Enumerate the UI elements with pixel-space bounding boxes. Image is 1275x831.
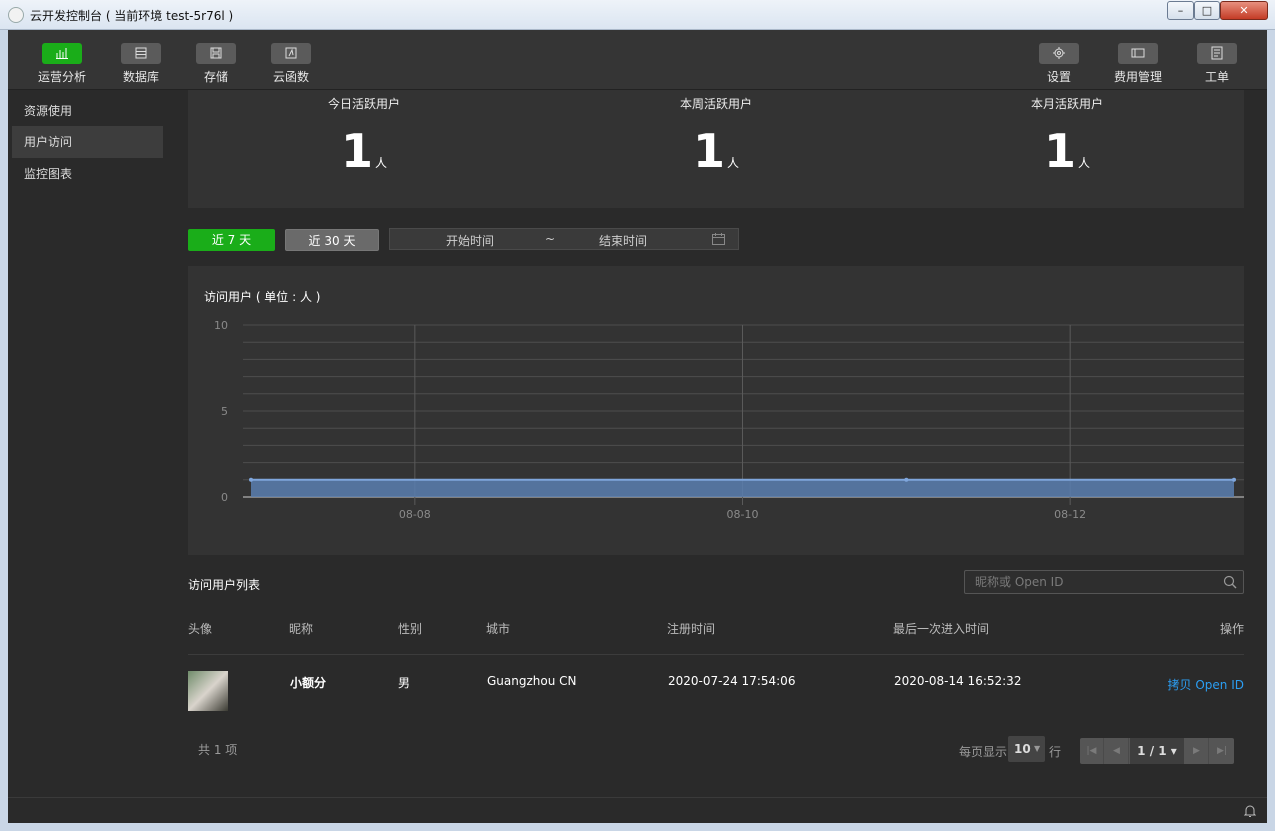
toolbar-operations[interactable]: 运营分析 [32, 43, 92, 85]
search-icon[interactable] [1223, 575, 1237, 589]
status-bar [8, 797, 1267, 823]
last-7-days-button[interactable]: 近 7 天 [188, 229, 275, 251]
pager: |◀ ◀ 1 / 1 ▾ ▶ ▶| [1080, 738, 1234, 764]
stat-month: 本月活跃用户 1人 [1030, 97, 1103, 178]
table-row: 小额分 男 Guangzhou CN 2020-07-24 17:54:06 2… [188, 656, 1244, 726]
chevron-down-icon: ▼ [1034, 744, 1041, 753]
y-tick-label: 0 [221, 491, 228, 504]
top-toolbar: 运营分析 数据库 存储 云函数 设置 费用管理 工单 [8, 30, 1267, 90]
avatar [188, 671, 228, 711]
end-date-field[interactable]: 结束时间 [599, 232, 647, 249]
sidebar: 资源使用 用户访问 监控图表 [8, 90, 168, 797]
date-range-picker[interactable]: 开始时间 ~ 结束时间 [389, 228, 739, 250]
y-tick-label: 10 [214, 319, 228, 332]
calendar-icon [712, 233, 725, 245]
sidebar-item-user-access[interactable]: 用户访问 [12, 126, 163, 158]
database-icon [121, 43, 161, 64]
col-avatar: 头像 [188, 622, 213, 636]
cell-registered: 2020-07-24 17:54:06 [668, 674, 796, 688]
x-tick-label: 08-08 [399, 508, 431, 521]
app-window: 运营分析 数据库 存储 云函数 设置 费用管理 工单 资源使用 用户访问 监控图… [8, 30, 1267, 823]
date-separator: ~ [545, 232, 556, 246]
next-page-icon[interactable]: ▶ [1185, 738, 1209, 764]
billing-icon [1118, 43, 1158, 64]
visits-chart-panel: 访问用户 ( 单位 : 人 ) 08-08 08-10 08-12 10 5 0 [188, 266, 1244, 555]
first-page-icon[interactable]: |◀ [1080, 738, 1104, 764]
sidebar-item-monitor-charts[interactable]: 监控图表 [12, 158, 163, 190]
user-list-title: 访问用户列表 [188, 578, 261, 592]
search-input[interactable] [965, 571, 1215, 593]
stat-today: 今日活跃用户 1人 [327, 97, 400, 178]
per-page-label: 每页显示 [959, 745, 1008, 759]
total-count: 共 1 项 [198, 743, 238, 757]
stat-week: 本周活跃用户 1人 [679, 97, 752, 178]
last-page-icon[interactable]: ▶| [1210, 738, 1234, 764]
bell-icon[interactable] [1244, 804, 1256, 818]
cell-city: Guangzhou CN [487, 674, 577, 688]
last-30-days-button[interactable]: 近 30 天 [285, 229, 379, 251]
ticket-icon [1197, 43, 1237, 64]
minimize-button[interactable]: – [1167, 1, 1194, 20]
toolbar-database[interactable]: 数据库 [111, 43, 171, 85]
prev-page-icon[interactable]: ◀ [1105, 738, 1129, 764]
cell-nickname: 小额分 [290, 676, 327, 690]
row-label: 行 [1049, 745, 1062, 759]
close-button[interactable]: ✕ [1220, 1, 1268, 20]
col-action: 操作 [1219, 622, 1244, 636]
per-page-select[interactable]: 10 ▼ [1008, 736, 1045, 762]
active-users-summary: 今日活跃用户 1人 本周活跃用户 1人 本月活跃用户 1人 [188, 90, 1244, 208]
cell-gender: 男 [398, 676, 411, 690]
storage-icon [196, 43, 236, 64]
gear-icon [1039, 43, 1079, 64]
function-icon [271, 43, 311, 64]
cell-last-visit: 2020-08-14 16:52:32 [894, 674, 1022, 688]
data-point [1232, 477, 1236, 482]
toolbar-cloud-function[interactable]: 云函数 [261, 43, 321, 85]
current-page-select[interactable]: 1 / 1 ▾ [1130, 738, 1184, 764]
col-registered: 注册时间 [667, 622, 716, 636]
col-nickname: 昵称 [289, 622, 314, 636]
sidebar-item-resource-usage[interactable]: 资源使用 [12, 95, 163, 127]
col-gender: 性别 [398, 622, 423, 636]
toolbar-ticket[interactable]: 工单 [1187, 43, 1247, 85]
y-tick-label: 5 [221, 405, 228, 418]
user-search [964, 570, 1244, 594]
data-point [249, 477, 253, 482]
bar-chart-icon [42, 43, 82, 64]
col-last-visit: 最后一次进入时间 [893, 622, 990, 636]
visits-chart: 08-08 08-10 08-12 10 5 0 [214, 319, 1244, 521]
toolbar-storage[interactable]: 存储 [186, 43, 246, 85]
window-title: 云开发控制台 ( 当前环境 test-5r76l ) [30, 9, 234, 23]
data-point [904, 477, 909, 482]
x-tick-label: 08-12 [1054, 508, 1086, 521]
series-area [251, 479, 1234, 497]
copy-openid-link[interactable]: 拷贝 Open ID [1168, 676, 1244, 693]
col-city: 城市 [486, 622, 511, 636]
toolbar-billing[interactable]: 费用管理 [1108, 43, 1168, 85]
start-date-field[interactable]: 开始时间 [446, 232, 494, 249]
maximize-button[interactable]: □ [1194, 1, 1220, 20]
title-bar: 云开发控制台 ( 当前环境 test-5r76l ) – □ ✕ [0, 0, 1275, 30]
app-icon [8, 7, 24, 23]
toolbar-settings[interactable]: 设置 [1029, 43, 1089, 85]
table-header: 头像 昵称 性别 城市 注册时间 最后一次进入时间 操作 [188, 615, 1244, 655]
x-tick-label: 08-10 [727, 508, 759, 521]
